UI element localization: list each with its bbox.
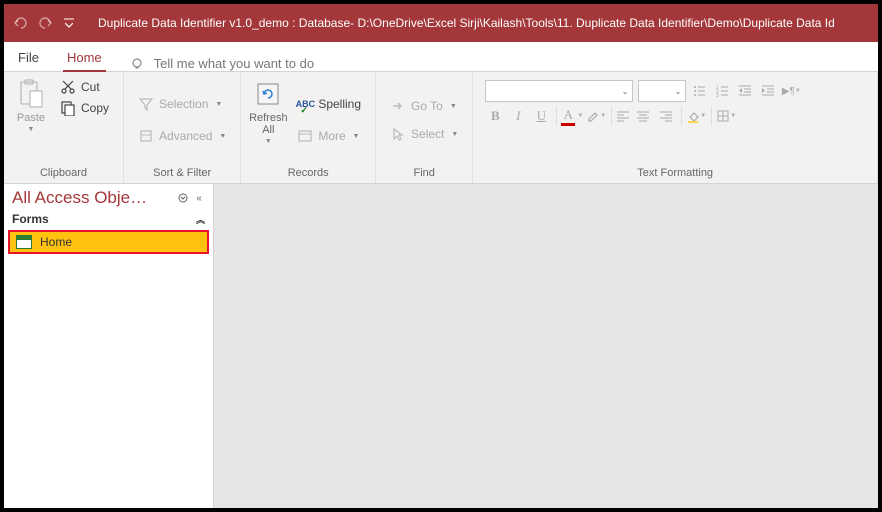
chevron-down-icon: ▼ [450, 103, 457, 110]
chevron-down-icon: ⌄ [622, 87, 629, 96]
underline-button[interactable]: U [531, 106, 551, 126]
refresh-icon [252, 78, 284, 110]
svg-text:3: 3 [716, 93, 719, 98]
font-color-button[interactable]: A ▼ [556, 106, 583, 126]
more-button[interactable]: More ▼ [293, 127, 365, 145]
chevron-down-icon: ▼ [600, 113, 606, 119]
nav-pane-header[interactable]: All Access Obje… « [4, 184, 213, 210]
numbering-button[interactable]: 123 [712, 81, 732, 101]
chevron-down-icon: ▼ [730, 113, 736, 119]
gridlines-button[interactable]: ▼ [711, 106, 736, 126]
text-direction-button[interactable]: ▶¶ ▼ [781, 81, 801, 101]
selection-button[interactable]: Selection ▼ [134, 95, 230, 113]
group-find: Go To ▼ Select ▼ Find [376, 72, 473, 183]
fill-color-button[interactable]: ▼ [681, 106, 706, 126]
group-sort-filter: Selection ▼ Advanced ▼ Sort & Filter [124, 72, 241, 183]
lightbulb-icon [130, 57, 144, 71]
chevron-down-icon: ▼ [219, 133, 226, 140]
decrease-indent-button[interactable] [735, 81, 755, 101]
app-window: Duplicate Data Identifier v1.0_demo : Da… [4, 4, 878, 508]
advanced-button[interactable]: Advanced ▼ [134, 127, 230, 145]
advanced-filter-icon [138, 128, 154, 144]
goto-button[interactable]: Go To ▼ [386, 97, 462, 115]
increase-indent-button[interactable] [758, 81, 778, 101]
chevron-down-icon: ▼ [451, 131, 458, 138]
goto-arrow-icon [390, 98, 406, 114]
form-icon [16, 235, 32, 249]
font-size-combo[interactable]: ⌄ [638, 80, 686, 102]
chevron-down-icon: ▼ [28, 126, 35, 133]
chevron-down-icon: ▼ [577, 113, 583, 119]
tell-me-placeholder: Tell me what you want to do [154, 56, 314, 71]
highlight-button[interactable]: ▼ [586, 106, 606, 126]
tab-file[interactable]: File [4, 44, 53, 71]
group-records: Refresh All ▼ ABC✓ Spelling More [241, 72, 376, 183]
redo-button[interactable] [34, 12, 56, 34]
chevron-down-icon: ▼ [215, 101, 222, 108]
navigation-pane: All Access Obje… « Forms ︽ Home [4, 184, 214, 508]
tab-home[interactable]: Home [53, 44, 116, 71]
document-area [214, 184, 878, 508]
align-right-button[interactable] [656, 106, 676, 126]
scissors-icon [60, 79, 76, 95]
paste-icon [15, 78, 47, 110]
chevron-down-icon: ▼ [795, 88, 801, 94]
collapse-group-icon: ︽ [196, 213, 205, 226]
nav-item-home[interactable]: Home [8, 230, 209, 254]
cursor-icon [390, 126, 406, 142]
chevron-down-icon: ▼ [265, 138, 272, 145]
main-area: All Access Obje… « Forms ︽ Home [4, 184, 878, 508]
undo-button[interactable] [10, 12, 32, 34]
chevron-down-icon: ▼ [700, 113, 706, 119]
ribbon-tabs: File Home Tell me what you want to do [4, 42, 878, 72]
copy-button[interactable]: Copy [56, 99, 113, 117]
quick-access-toolbar [4, 12, 86, 34]
nav-pane-title: All Access Obje… [12, 188, 175, 208]
nav-collapse-button[interactable]: « [191, 190, 207, 206]
nav-dropdown-icon[interactable] [175, 190, 191, 206]
spelling-button[interactable]: ABC✓ Spelling [293, 95, 365, 113]
select-button[interactable]: Select ▼ [386, 125, 462, 143]
nav-item-label: Home [40, 235, 72, 249]
nav-group-forms[interactable]: Forms ︽ [4, 210, 213, 228]
group-clipboard: Paste ▼ Cut Copy [4, 72, 124, 183]
spelling-icon: ABC✓ [297, 96, 313, 112]
chevron-down-icon: ▼ [353, 133, 360, 140]
group-text-formatting: ⌄ ⌄ 123 [473, 72, 878, 183]
cut-button[interactable]: Cut [56, 78, 113, 96]
window-title: Duplicate Data Identifier v1.0_demo : Da… [86, 16, 878, 30]
font-name-combo[interactable]: ⌄ [485, 80, 633, 102]
qat-customize-button[interactable] [58, 12, 80, 34]
title-bar: Duplicate Data Identifier v1.0_demo : Da… [4, 4, 878, 42]
align-center-button[interactable] [633, 106, 653, 126]
refresh-all-button[interactable]: Refresh All ▼ [247, 76, 289, 164]
align-left-button[interactable] [611, 106, 630, 126]
bold-button[interactable]: B [485, 106, 505, 126]
italic-button[interactable]: I [508, 106, 528, 126]
tell-me-search[interactable]: Tell me what you want to do [116, 56, 328, 71]
paste-button[interactable]: Paste ▼ [10, 76, 52, 164]
filter-icon [138, 96, 154, 112]
bullets-button[interactable] [689, 81, 709, 101]
copy-icon [60, 100, 76, 116]
chevron-down-icon: ⌄ [675, 87, 682, 96]
ribbon: Paste ▼ Cut Copy [4, 72, 878, 184]
more-icon [297, 128, 313, 144]
